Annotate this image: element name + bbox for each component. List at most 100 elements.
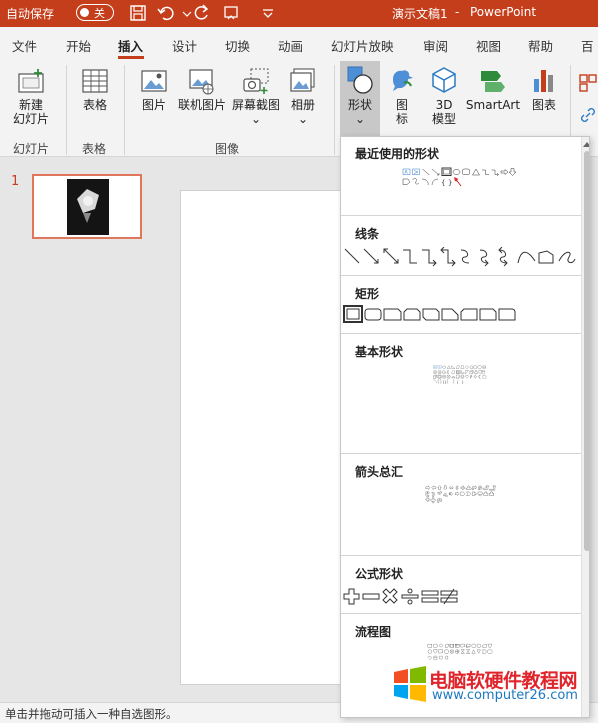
tab-file[interactable]: 文件 [12, 36, 37, 55]
flowchart-shapes[interactable] [343, 643, 579, 663]
section-divider [341, 555, 581, 556]
basic-shapes[interactable]: A 10 12 12 {} {} [343, 365, 579, 385]
chart-icon [534, 70, 553, 92]
online-picture-label: 联机图片 [177, 98, 226, 112]
svg-text:}: } [462, 380, 464, 384]
toggle-knob [80, 7, 89, 17]
group-divider [124, 65, 125, 155]
tab-transitions[interactable]: 切换 [225, 36, 250, 55]
album-button[interactable]: 相册 ⌄ [284, 67, 322, 126]
screenshot-label: 屏幕截图 [231, 98, 280, 112]
slide-thumbnail[interactable] [32, 174, 142, 239]
online-picture-button[interactable]: 联机图片 [174, 67, 230, 112]
screenshot-icon [243, 68, 269, 94]
arrow-shapes[interactable] [343, 485, 579, 505]
icons-label-1: 图 [395, 98, 408, 112]
undo-icon[interactable] [156, 3, 176, 23]
shapes-dropdown[interactable]: 最近使用的形状 A { } 线条 矩形 基本形状 A 10 12 12 {} {… [340, 136, 590, 718]
shapes-label: 形状 [347, 98, 372, 112]
addins-icon[interactable] [578, 73, 598, 93]
autosave-toggle[interactable]: 关 [76, 4, 114, 21]
slide-canvas[interactable] [180, 190, 350, 685]
recent-shapes[interactable]: A { } [343, 167, 579, 187]
screenshot-dropdown-icon: ⌄ [250, 112, 262, 126]
section-arrows: 箭头总汇 [355, 465, 404, 479]
customize-icon[interactable] [222, 3, 242, 23]
table-label: 表格 [82, 98, 107, 112]
group-divider [66, 65, 67, 155]
tab-slideshow[interactable]: 幻灯片放映 [331, 36, 394, 55]
group-label-tables: 表格 [82, 142, 107, 156]
svg-text:10: 10 [483, 367, 485, 369]
tab-view[interactable]: 视图 [476, 36, 501, 55]
tab-home[interactable]: 开始 [66, 36, 91, 55]
chart-button[interactable]: 图表 [524, 65, 564, 112]
section-equation: 公式形状 [355, 567, 404, 581]
group-divider [334, 65, 335, 155]
svg-text:{: { [457, 380, 459, 384]
app-name: PowerPoint [470, 5, 537, 19]
svg-text:12: 12 [439, 372, 441, 374]
icon-bird-icon [393, 70, 413, 91]
shapes-button[interactable]: 形状 ⌄ [340, 65, 380, 126]
dropdown-scrollbar[interactable] [581, 137, 590, 717]
svg-text:}: } [448, 179, 452, 187]
line-shapes[interactable] [343, 247, 579, 267]
section-recent: 最近使用的形状 [355, 147, 440, 161]
ribbon-tabs: 文件 开始 插入 设计 切换 动画 幻灯片放映 审阅 视图 帮助 百度 [0, 27, 598, 73]
table-button[interactable]: 表格 [72, 67, 118, 112]
rectangle-shapes[interactable] [343, 305, 579, 325]
section-rectangles: 矩形 [355, 287, 380, 301]
watermark-url: www.computer26.com [432, 688, 578, 703]
section-basic: 基本形状 [355, 345, 404, 359]
title-bar: 自动保存 关 演示文稿1 - PowerPoint [0, 0, 598, 27]
link-icon[interactable] [578, 105, 598, 125]
album-label: 相册 [290, 98, 315, 112]
new-slide-button[interactable]: 新建 幻灯片 [4, 67, 58, 126]
picture-button[interactable]: 图片 [134, 67, 174, 112]
album-icon [290, 68, 315, 92]
group-label-images: 图像 [215, 142, 240, 156]
equation-shapes[interactable] [343, 587, 579, 607]
3d-model-button[interactable]: 3D 模型 [424, 65, 464, 126]
section-divider [341, 275, 581, 276]
scroll-up-icon[interactable] [583, 141, 590, 147]
chart-label: 图表 [531, 98, 556, 112]
title-separator: - [455, 5, 460, 19]
shape-icon [347, 66, 373, 94]
tab-design[interactable]: 设计 [172, 36, 197, 55]
save-icon[interactable] [128, 3, 148, 23]
online-picture-icon [189, 69, 214, 95]
svg-text:{: { [441, 179, 445, 187]
tab-insert[interactable]: 插入 [118, 36, 143, 55]
cube-icon [432, 67, 456, 93]
tab-animations[interactable]: 动画 [278, 36, 303, 55]
windows-logo-icon [394, 666, 426, 702]
tab-help[interactable]: 帮助 [528, 36, 553, 55]
shapes-dropdown-icon: ⌄ [354, 112, 366, 126]
icons-button[interactable]: 图 标 [384, 65, 420, 126]
doc-title: 演示文稿1 [392, 7, 448, 21]
section-divider [341, 453, 581, 454]
thumbnail-photo [67, 179, 109, 235]
screenshot-button[interactable]: 屏幕截图 ⌄ [228, 67, 284, 126]
smartart-button[interactable]: SmartArt [464, 65, 522, 112]
redo-icon[interactable] [192, 3, 212, 23]
section-divider [341, 613, 581, 614]
smartart-label: SmartArt [465, 98, 521, 112]
more-icon[interactable] [258, 3, 278, 23]
scroll-thumb[interactable] [584, 151, 589, 551]
section-lines: 线条 [355, 227, 380, 241]
picture-icon [141, 70, 167, 92]
tab-review[interactable]: 审阅 [423, 36, 448, 55]
icons-label-2: 标 [395, 112, 408, 126]
3d-model-label-2: 模型 [431, 112, 456, 126]
thumbnail-image [77, 189, 99, 223]
group-label-slides: 幻灯片 [13, 142, 50, 156]
section-divider [341, 333, 581, 334]
status-text: 单击并拖动可插入一种自选图形。 [5, 707, 178, 721]
svg-text:{}: {} [443, 380, 447, 384]
svg-text:12: 12 [434, 372, 436, 374]
album-dropdown-icon: ⌄ [297, 112, 309, 126]
section-divider [341, 215, 581, 216]
